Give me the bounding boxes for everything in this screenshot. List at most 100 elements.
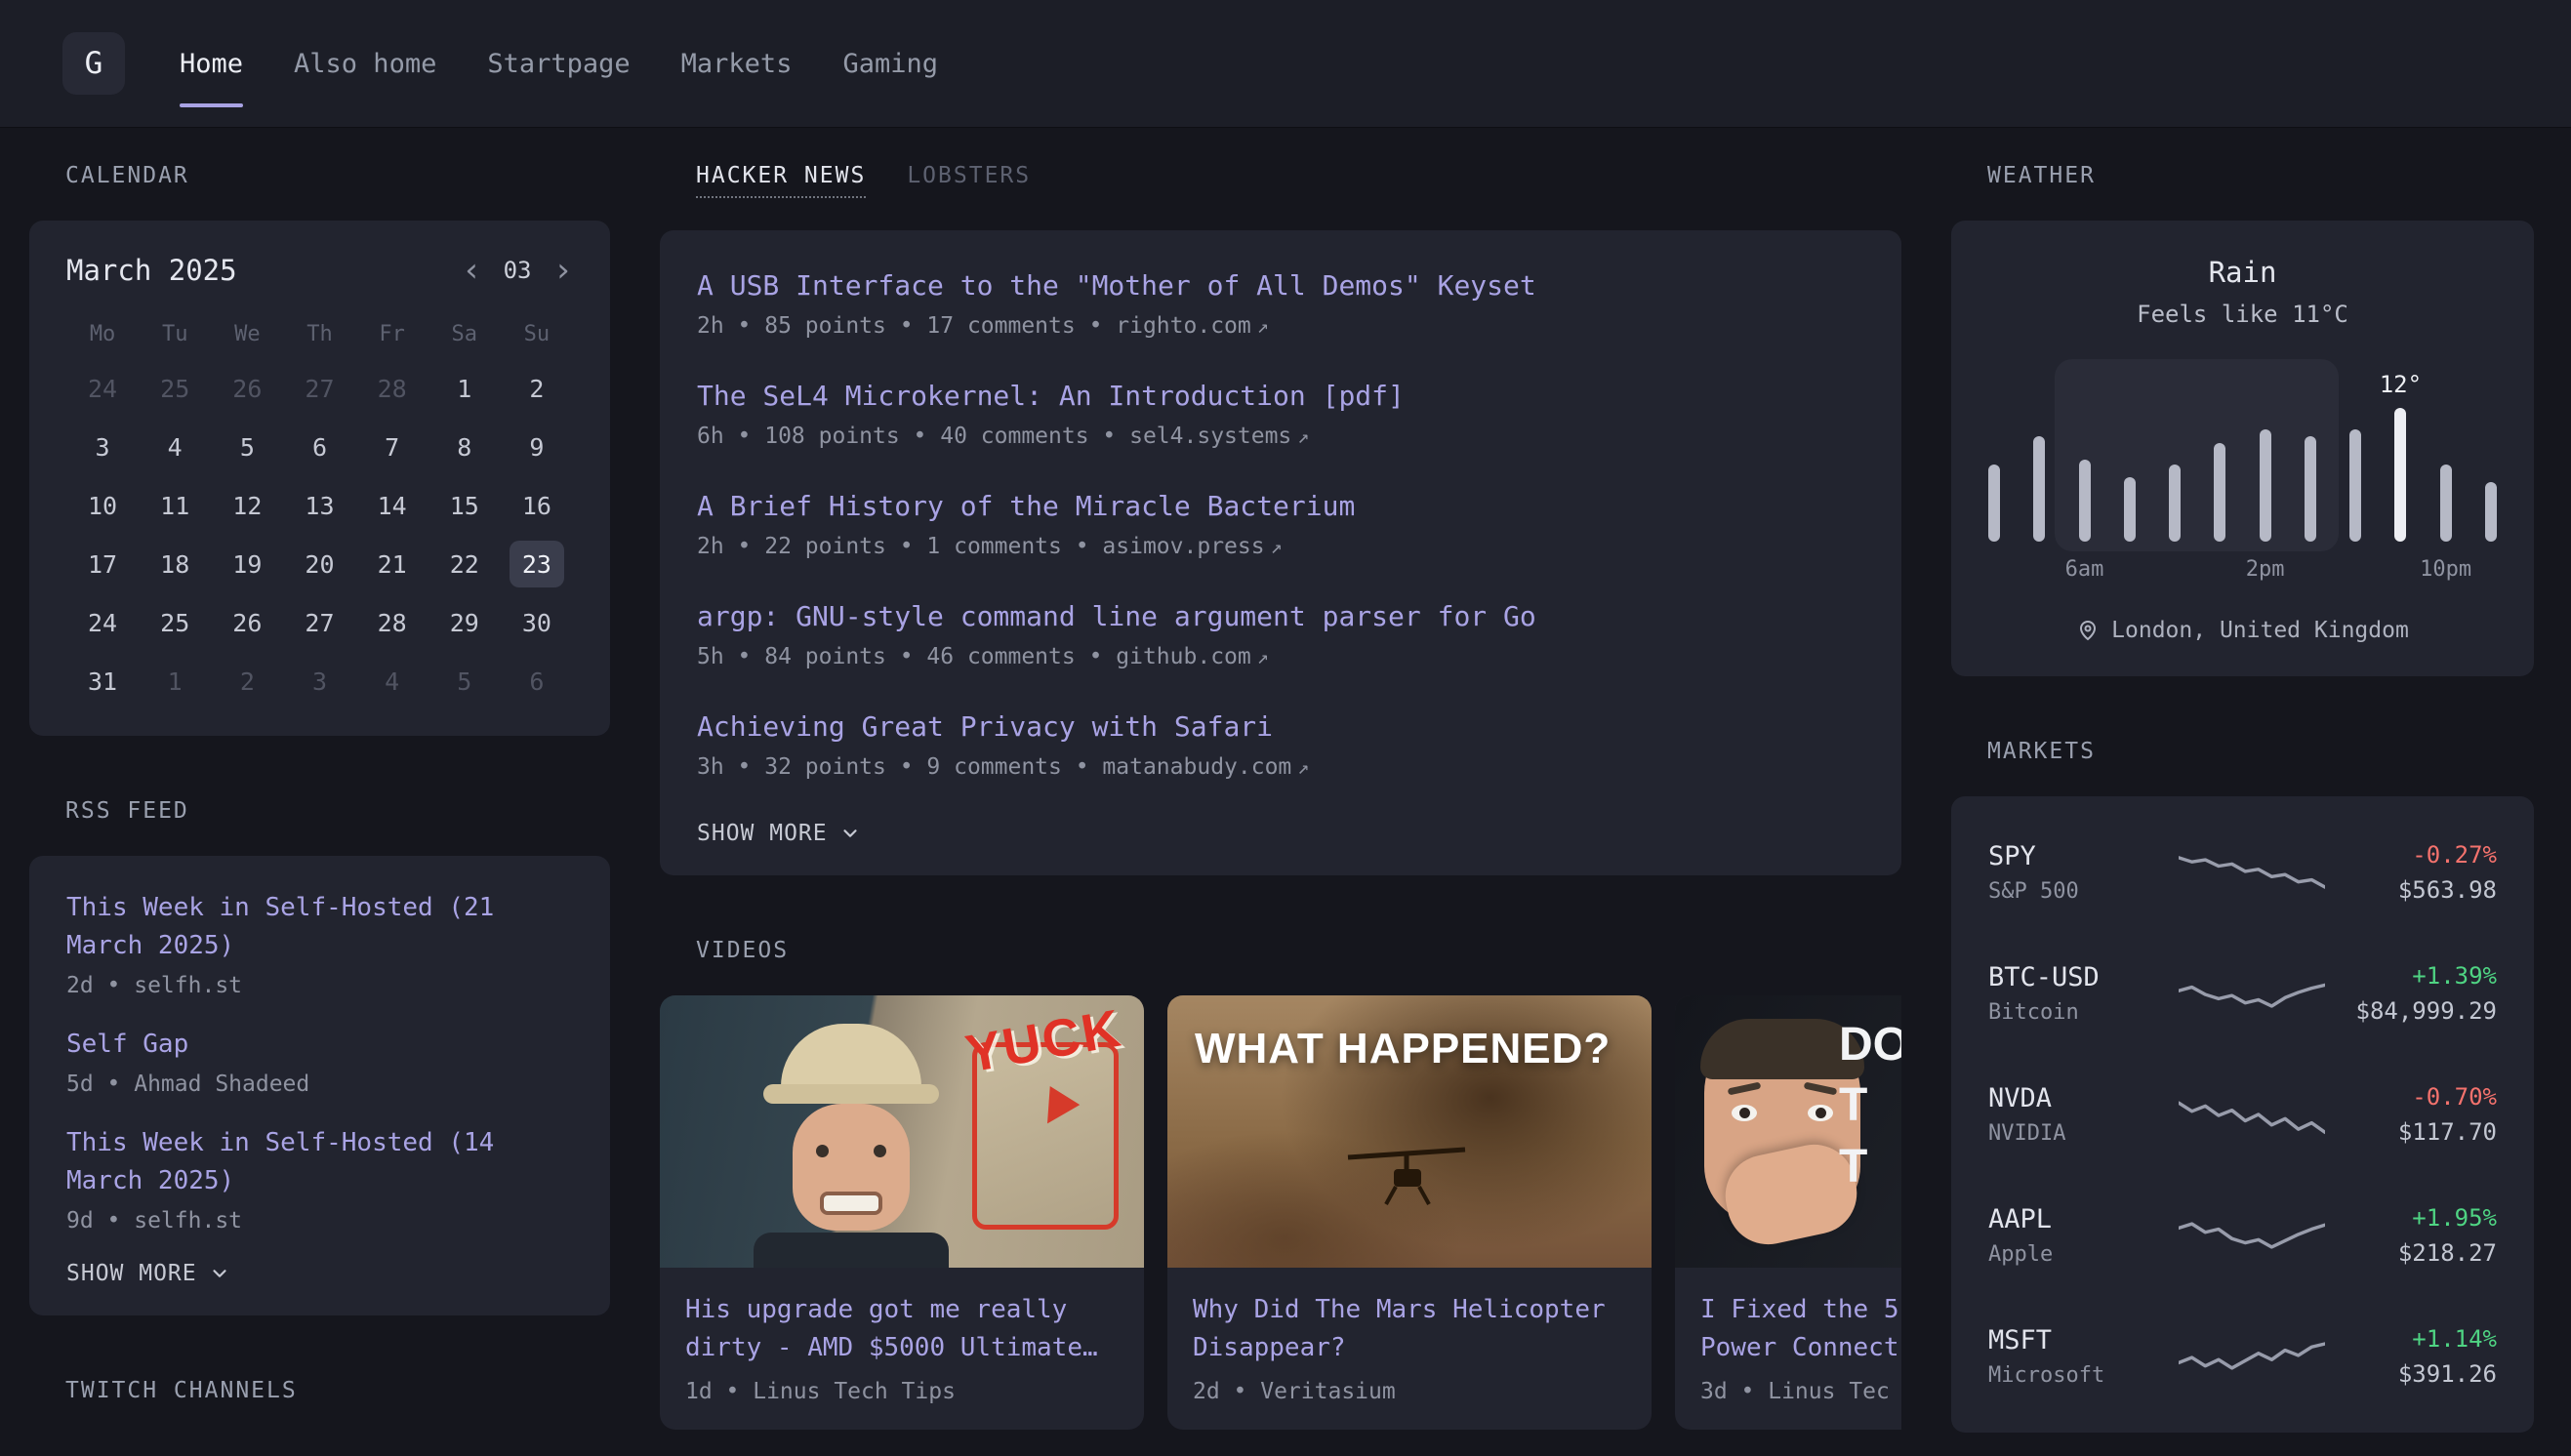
sparkline-chart: [2179, 967, 2325, 1020]
video-thumbnail: WHAT HAPPENED?: [1167, 995, 1652, 1268]
rss-item: This Week in Self-Hosted (21 March 2025)…: [66, 889, 573, 998]
nav-tab-home[interactable]: Home: [180, 0, 243, 127]
calendar-day: 13: [283, 476, 355, 535]
video-card[interactable]: YUCK His upgrade got me really dirty - A…: [660, 995, 1144, 1430]
hacker-news-widget: A USB Interface to the "Mother of All De…: [660, 230, 1901, 875]
daylight-region: [2055, 359, 2340, 551]
news-item: A USB Interface to the "Mother of All De…: [697, 269, 1864, 339]
video-title[interactable]: Why Did The Mars Helicopter Disappear?: [1193, 1295, 1606, 1362]
weather-hour-tick: 10pm: [2420, 557, 2471, 582]
videos-section-title: VIDEOS: [696, 938, 1901, 963]
video-meta: 3d • Linus Tec: [1700, 1379, 1901, 1404]
external-link-icon: ↗: [1297, 425, 1309, 448]
twitch-section-title: TWITCH CHANNELS: [65, 1378, 610, 1403]
nav-tab-startpage[interactable]: Startpage: [487, 0, 630, 127]
news-show-more-label: SHOW MORE: [697, 821, 828, 846]
market-row-spy[interactable]: SPYS&P 500-0.27%$563.98: [1988, 812, 2497, 933]
rss-item-title[interactable]: This Week in Self-Hosted (14 March 2025): [66, 1124, 573, 1200]
calendar-day: 14: [356, 476, 428, 535]
video-card[interactable]: WHAT HAPPENED? Why Did The Mars Helicopte…: [1167, 995, 1652, 1430]
rss-item: This Week in Self-Hosted (14 March 2025)…: [66, 1124, 573, 1234]
news-item-stats: 5h • 84 points • 46 comments •: [697, 644, 1116, 669]
weather-location: London, United Kingdom: [2111, 618, 2409, 643]
market-name: S&P 500: [1988, 879, 2179, 904]
calendar-day: 3: [283, 652, 355, 710]
market-row-aapl[interactable]: AAPLApple+1.95%$218.27: [1988, 1175, 2497, 1296]
weather-section-title: WEATHER: [1987, 163, 2534, 188]
calendar-day: 21: [356, 535, 428, 593]
external-link-icon: ↗: [1257, 314, 1269, 338]
news-item-title[interactable]: A Brief History of the Miracle Bacterium: [697, 490, 1864, 522]
app-logo[interactable]: G: [62, 32, 125, 95]
market-row-btc-usd[interactable]: BTC-USDBitcoin+1.39%$84,999.29: [1988, 933, 2497, 1054]
news-item-source-link[interactable]: righto.com: [1116, 313, 1250, 339]
calendar-day: 2: [501, 359, 573, 418]
video-title[interactable]: His upgrade got me really dirty - AMD $5…: [685, 1295, 1098, 1362]
tab-lobsters[interactable]: LOBSTERS: [907, 163, 1031, 188]
calendar-day-today: 23: [501, 535, 573, 593]
news-show-more-button[interactable]: SHOW MORE: [697, 821, 1864, 846]
weather-hour-bar: [2169, 465, 2181, 542]
news-item-source-link[interactable]: matanabudy.com: [1102, 754, 1291, 780]
video-thumbnail: YUCK: [660, 995, 1144, 1268]
rss-item-title[interactable]: This Week in Self-Hosted (21 March 2025): [66, 889, 573, 965]
weather-location-row: London, United Kingdom: [1988, 618, 2497, 643]
person-figure: [754, 1024, 949, 1268]
external-link-icon: ↗: [1271, 535, 1283, 558]
calendar-day: 1: [428, 359, 501, 418]
calendar-day: 18: [139, 535, 211, 593]
nav-tab-also-home[interactable]: Also home: [294, 0, 436, 127]
location-pin-icon: [2076, 619, 2100, 642]
right-column: WEATHER Rain Feels like 11°C 12° 6am2pm1…: [1951, 163, 2534, 1436]
calendar-day: 29: [428, 593, 501, 652]
videos-widget: YUCK His upgrade got me really dirty - A…: [660, 995, 1901, 1430]
thumbnail-overlay-text: DO T T: [1839, 1015, 1901, 1197]
news-item-stats: 6h • 108 points • 40 comments •: [697, 424, 1129, 449]
market-ticker: MSFT: [1988, 1325, 2179, 1355]
chevron-down-icon: [209, 1263, 230, 1284]
calendar-day: 17: [66, 535, 139, 593]
calendar-next-button[interactable]: ›: [553, 254, 573, 287]
news-item: argp: GNU-style command line argument pa…: [697, 600, 1864, 669]
calendar-prev-button[interactable]: ‹: [462, 254, 481, 287]
calendar-day: 31: [66, 652, 139, 710]
nav-tab-markets[interactable]: Markets: [681, 0, 793, 127]
tab-hacker-news[interactable]: HACKER NEWS: [696, 163, 866, 198]
news-item-stats: 3h • 32 points • 9 comments •: [697, 754, 1102, 780]
calendar-day: 30: [501, 593, 573, 652]
calendar-weekday-label: Sa: [428, 308, 501, 359]
calendar-day: 12: [211, 476, 283, 535]
news-item-title[interactable]: argp: GNU-style command line argument pa…: [697, 600, 1864, 632]
market-name: Microsoft: [1988, 1363, 2179, 1388]
video-title[interactable]: I Fixed the 5 Power Connect: [1700, 1295, 1899, 1362]
news-item-source-link[interactable]: asimov.press: [1102, 534, 1264, 559]
news-item-stats: 2h • 22 points • 1 comments •: [697, 534, 1102, 559]
current-temp-label: 12°: [2380, 371, 2422, 398]
news-item-title[interactable]: The SeL4 Microkernel: An Introduction [p…: [697, 380, 1864, 412]
rss-show-more-button[interactable]: SHOW MORE: [66, 1261, 573, 1286]
calendar-day: 4: [139, 418, 211, 476]
news-item-meta: 6h • 108 points • 40 comments • sel4.sys…: [697, 424, 1864, 449]
calendar-day: 27: [283, 359, 355, 418]
market-change: -0.27%: [2325, 841, 2497, 869]
news-item-source-link[interactable]: sel4.systems: [1129, 424, 1291, 449]
nav-tab-gaming[interactable]: Gaming: [842, 0, 938, 127]
calendar-day: 26: [211, 593, 283, 652]
video-meta: 1d • Linus Tech Tips: [685, 1379, 1119, 1404]
rss-item-title[interactable]: Self Gap: [66, 1026, 573, 1064]
market-row-msft[interactable]: MSFTMicrosoft+1.14%$391.26: [1988, 1296, 2497, 1417]
calendar-day: 10: [66, 476, 139, 535]
thumbnail-overlay-text: WHAT HAPPENED?: [1195, 1025, 1611, 1073]
market-change: +1.39%: [2325, 962, 2497, 990]
news-item-source-link[interactable]: github.com: [1116, 644, 1250, 669]
news-item-meta: 5h • 84 points • 46 comments • github.co…: [697, 644, 1864, 669]
market-change: -0.70%: [2325, 1083, 2497, 1111]
calendar-day: 15: [428, 476, 501, 535]
calendar-weekday-label: Th: [283, 308, 355, 359]
news-item-title[interactable]: A USB Interface to the "Mother of All De…: [697, 269, 1864, 302]
calendar-section-title: CALENDAR: [65, 163, 610, 188]
video-card[interactable]: DO T T I Fixed the 5 Power Connect 3d • Li…: [1675, 995, 1901, 1430]
market-row-nvda[interactable]: NVDANVIDIA-0.70%$117.70: [1988, 1054, 2497, 1175]
rss-section-title: RSS FEED: [65, 798, 610, 824]
news-item-title[interactable]: Achieving Great Privacy with Safari: [697, 710, 1864, 743]
